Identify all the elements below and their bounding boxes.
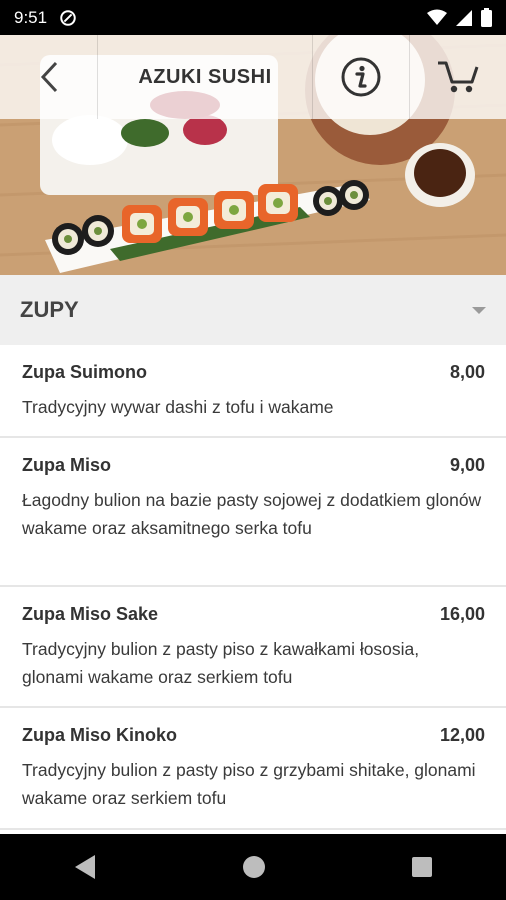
menu-item-price: 9,00 <box>449 455 485 475</box>
restaurant-title: AZUKI SUSHI <box>138 65 272 88</box>
info-button[interactable] <box>312 35 410 119</box>
dropdown-arrow-icon <box>472 306 486 314</box>
menu-item-name: Zupa Suimono <box>22 362 147 382</box>
menu-item-description: Łagodny bulion na bazie pasty sojowej z … <box>22 490 482 538</box>
menu-item-name: Zupa Miso Sake <box>22 604 159 624</box>
menu-item-description: Tradycyjny bulion z pasty piso z grzybam… <box>22 760 476 808</box>
menu-item-price: 8,00 <box>449 362 485 382</box>
chevron-left-icon <box>40 61 57 93</box>
status-time: 9:51 <box>14 7 48 27</box>
data-saver-icon <box>60 9 76 26</box>
cart-button[interactable] <box>410 35 506 119</box>
menu-item[interactable]: Zupa Miso Sake 16,00 Tradycyjny bulion z… <box>0 587 506 708</box>
menu-item[interactable]: Zupa Suimono 8,00 Tradycyjny wywar dashi… <box>0 345 506 438</box>
menu-list: Zupa Suimono 8,00 Tradycyjny wywar dashi… <box>0 345 506 830</box>
signal-icon <box>456 10 472 26</box>
info-icon <box>341 57 381 97</box>
nav-back-icon[interactable] <box>73 854 97 880</box>
menu-item-name: Zupa Miso <box>22 455 111 475</box>
wifi-icon <box>427 9 447 25</box>
category-title: ZUPY <box>20 297 79 322</box>
cart-icon <box>438 61 479 93</box>
nav-home-icon[interactable] <box>242 855 266 879</box>
menu-item-price: 16,00 <box>439 604 485 624</box>
nav-recents-icon[interactable] <box>411 856 433 878</box>
menu-item-description: Tradycyjny wywar dashi z tofu i wakame <box>22 397 334 417</box>
menu-item-price: 12,00 <box>439 725 485 745</box>
status-bar: 9:51 <box>0 0 506 35</box>
menu-item-name: Zupa Miso Kinoko <box>22 725 177 745</box>
menu-item[interactable]: Zupa Miso Kinoko 12,00 Tradycyjny bulion… <box>0 708 506 830</box>
menu-item-description: Tradycyjny bulion z pasty piso z kawałka… <box>22 639 420 687</box>
system-nav-bar <box>0 834 506 900</box>
menu-item[interactable]: Zupa Miso 9,00 Łagodny bulion na bazie p… <box>0 438 506 587</box>
category-header-zupy[interactable]: ZUPY <box>0 275 506 345</box>
app-toolbar: AZUKI SUSHI <box>0 35 506 119</box>
back-button[interactable] <box>0 35 98 119</box>
battery-icon <box>481 8 492 27</box>
